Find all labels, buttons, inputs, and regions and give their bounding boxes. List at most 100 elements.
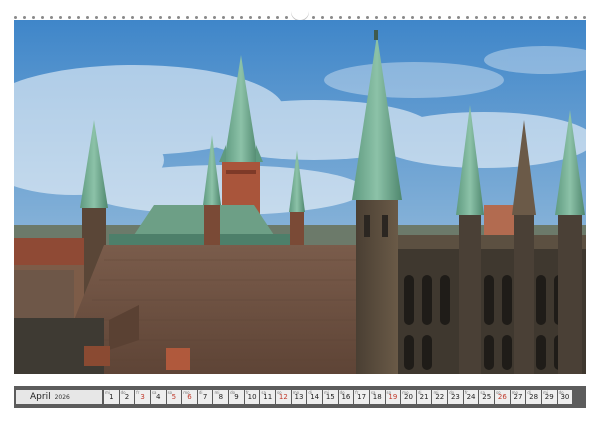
binding-hole [582, 15, 586, 19]
weekday-label: sa [261, 390, 266, 395]
binding-hole [501, 15, 505, 19]
weekday-label: do [339, 390, 345, 395]
binding-hole [483, 15, 487, 19]
day-cell: so 12 [276, 390, 291, 404]
day-cell: sa 25 [479, 390, 495, 404]
binding-hole [230, 15, 234, 19]
binding-hole [366, 15, 370, 19]
binding-hole [357, 15, 361, 19]
calendar-photo [14, 20, 586, 374]
binding-hole [194, 15, 198, 19]
day-cell: so 19 [385, 390, 401, 404]
day-cell: so 26 [495, 390, 510, 404]
binding-hole [348, 15, 352, 19]
day-number: 4 [156, 393, 161, 401]
day-cell: fr 10 [244, 390, 260, 404]
weekday-label: fr [245, 390, 249, 395]
day-cell: mo 20 [401, 390, 416, 404]
weekday-label: do [558, 390, 564, 395]
day-number: 7 [202, 393, 208, 401]
binding-hole [158, 15, 162, 19]
weekday-label: di [527, 390, 531, 395]
binding-hole [167, 15, 171, 19]
binding-hole [104, 15, 108, 19]
day-cell: di 21 [416, 390, 432, 404]
day-number: 5 [171, 393, 177, 401]
day-cell: sa 11 [260, 390, 276, 404]
binding-hole [239, 15, 243, 19]
weekday-label: mo [183, 390, 190, 395]
binding-hole [330, 15, 334, 19]
binding-hole [23, 15, 27, 19]
binding-hole [393, 15, 397, 19]
day-cell: di 14 [307, 390, 322, 404]
binding-hole [122, 15, 126, 19]
binding-hole [149, 15, 153, 19]
binding-hole [411, 15, 415, 19]
day-cell: mi 15 [322, 390, 338, 404]
binding-hole [32, 15, 36, 19]
day-cell: sa 18 [369, 390, 385, 404]
weekday-label: di [308, 390, 312, 395]
weekday-label: sa [480, 390, 485, 395]
binding-hole [59, 15, 63, 19]
binding-hole [573, 15, 577, 19]
binding-hole [420, 15, 424, 19]
binding-hole [275, 15, 279, 19]
luebeck-townhall-photo [14, 20, 586, 374]
binding-hole [257, 15, 261, 19]
weekday-label: fr [355, 390, 359, 395]
weekday-label: so [277, 390, 282, 395]
weekday-label: sa [151, 390, 157, 395]
day-cell: mo 27 [510, 390, 526, 404]
weekday-label: mi [323, 390, 329, 395]
weekday-label: di [198, 390, 203, 395]
day-cell: mi 22 [432, 390, 448, 404]
binding-hole [537, 15, 541, 19]
binding-hole [203, 15, 207, 19]
binding-hole [492, 15, 496, 19]
month-label: April 2026 [16, 390, 102, 404]
binding-hole [456, 15, 460, 19]
binding-hole [266, 15, 270, 19]
day-cell: mo 13 [291, 390, 307, 404]
weekday-label: fr [136, 390, 140, 395]
binding-hole [248, 15, 252, 19]
binding-hole [50, 15, 54, 19]
day-number: 17 [357, 393, 367, 401]
month-name: April [30, 392, 51, 402]
binding-hole [77, 15, 81, 19]
day-cells: mi 1 do 2 fr 3 sa 4 so 5 mo 6 di 7 mi 8 do 9 fr 10 sa 11 so 12 m… [104, 390, 573, 404]
weekday-label: mo [292, 390, 300, 395]
weekday-label: do [230, 390, 236, 395]
binding-hole [546, 15, 550, 19]
weekday-label: sa [370, 390, 376, 395]
binding-hole [402, 15, 406, 19]
binding-hole [113, 15, 117, 19]
day-cell: sa 4 [150, 390, 166, 404]
binding-hole [384, 15, 388, 19]
binding-hole [519, 15, 523, 19]
binding-hole [510, 15, 514, 19]
day-cell: fr 24 [463, 390, 479, 404]
day-cell: do 30 [557, 390, 573, 404]
chimney [166, 348, 190, 370]
binding-hole [131, 15, 135, 19]
day-cell: mi 29 [541, 390, 557, 404]
day-number: 3 [140, 393, 145, 401]
binding-hole [339, 15, 343, 19]
day-cell: mo 6 [182, 390, 197, 404]
binding-hole [438, 15, 442, 19]
weekday-label: do [120, 390, 126, 395]
weekday-label: so [167, 390, 173, 395]
binding-hole [140, 15, 144, 19]
binding-hole [176, 15, 180, 19]
day-cell: fr 3 [135, 390, 150, 404]
spire-tower [356, 195, 398, 374]
day-cell: mi 8 [213, 390, 229, 404]
binding-hole [429, 15, 433, 19]
weekday-label: mo [511, 390, 518, 395]
binding-hole [447, 15, 451, 19]
day-cell: do 23 [448, 390, 463, 404]
day-cell: di 7 [197, 390, 213, 404]
